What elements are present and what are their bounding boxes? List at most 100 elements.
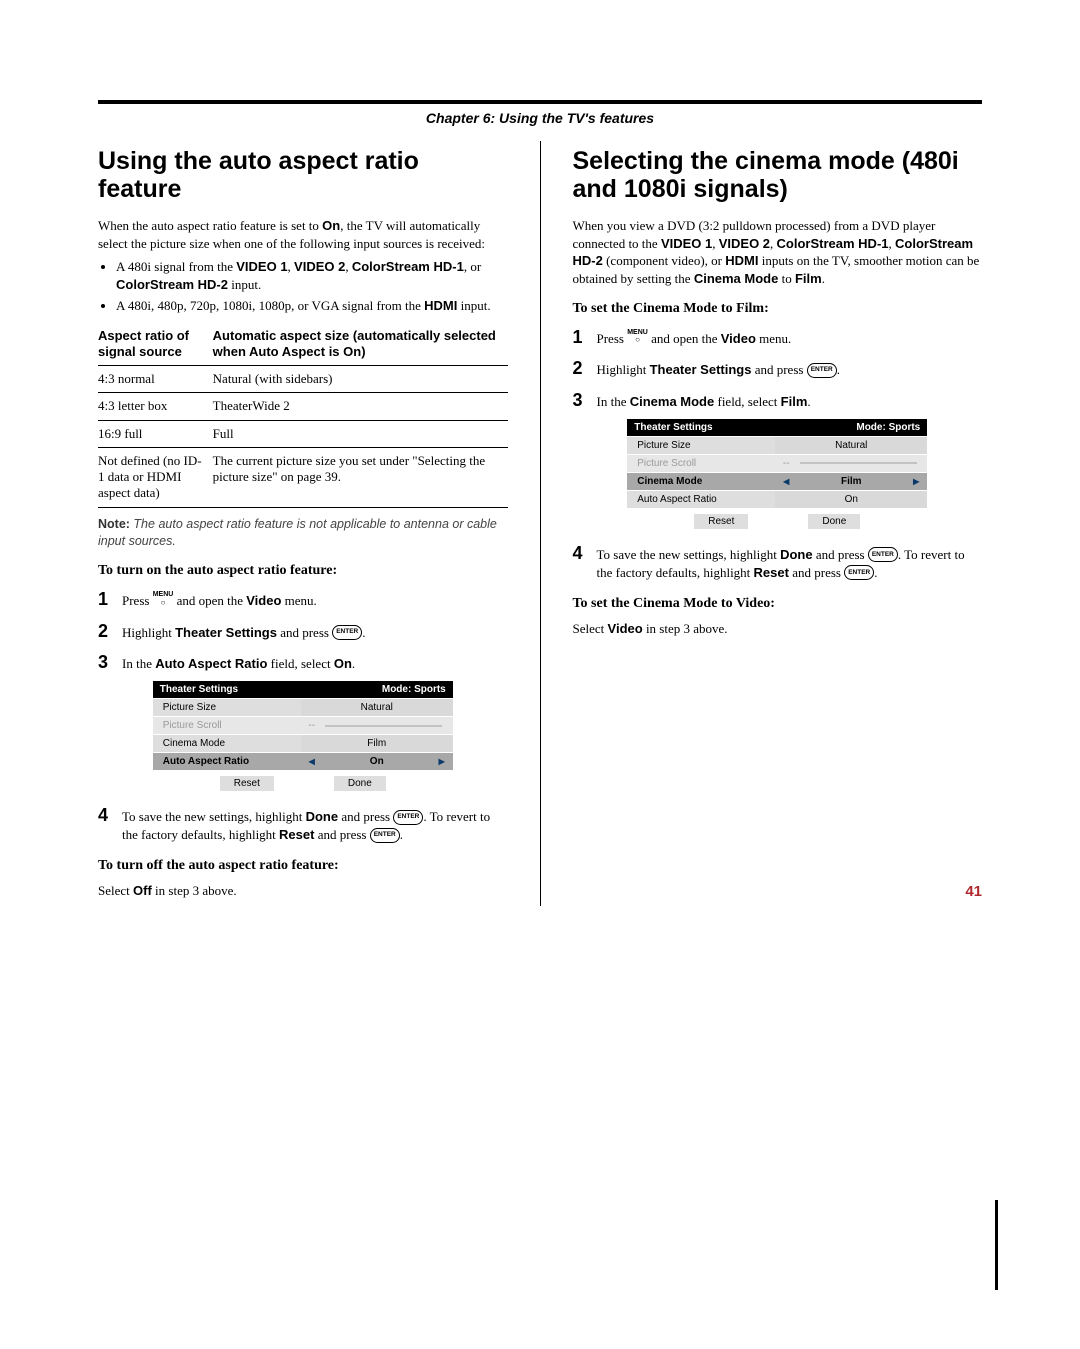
step-number: 3 (573, 388, 597, 413)
right-intro: When you view a DVD (3:2 pulldown proces… (573, 217, 983, 287)
aspect-table: Aspect ratio of signal source Automatic … (98, 323, 508, 508)
left-title: Using the auto aspect ratio feature (98, 147, 508, 203)
enter-button-icon: ENTER (868, 547, 898, 562)
right-sub2-body: Select Video in step 3 above. (573, 620, 983, 638)
step-number: 2 (573, 356, 597, 381)
aspect-r1c1: TheaterWide 2 (213, 393, 508, 420)
margin-stripe (995, 1200, 998, 1290)
menu-row-cinema-mode[interactable]: Cinema Mode ◀ Film ▶ (627, 472, 927, 490)
aspect-th-1: Aspect ratio of signal source (98, 323, 213, 366)
left-subhead-2: To turn off the auto aspect ratio featur… (98, 858, 508, 874)
step-number: 2 (98, 619, 122, 644)
reset-button[interactable]: Reset (220, 776, 274, 791)
aspect-r2c0: 16:9 full (98, 420, 213, 447)
left-step3-text: In the Auto Aspect Ratio field, select O… (122, 655, 508, 673)
right-menu-panel: Theater Settings Mode: Sports Picture Si… (627, 419, 927, 531)
right-step3-text: In the Cinema Mode field, select Film. (597, 393, 983, 411)
aspect-r0c1: Natural (with sidebars) (213, 366, 508, 393)
menu-row-label: Picture Scroll (153, 717, 301, 734)
menu-row-label: Auto Aspect Ratio (153, 753, 301, 770)
left-steps-1: 1 Press MENU○ and open the Video menu. 2… (98, 587, 508, 675)
left-column: Using the auto aspect ratio feature When… (98, 141, 508, 906)
menu-row-picture-scroll: Picture Scroll -- (627, 454, 927, 472)
arrow-right-icon[interactable]: ▶ (435, 757, 449, 766)
left-sub2-body: Select Off in step 3 above. (98, 882, 508, 900)
menu-row-value: On (319, 756, 435, 767)
left-bullet-1: A 480i signal from the VIDEO 1, VIDEO 2,… (116, 258, 508, 293)
aspect-r2c1: Full (213, 420, 508, 447)
right-subhead-1: To set the Cinema Mode to Film: (573, 301, 983, 317)
slider-icon (325, 725, 442, 727)
enter-button-icon: ENTER (807, 363, 837, 378)
aspect-r3c1: The current picture size you set under "… (213, 447, 508, 507)
menu-titlebar: Theater Settings Mode: Sports (627, 419, 927, 436)
enter-button-icon: ENTER (370, 828, 400, 843)
done-button[interactable]: Done (808, 514, 860, 529)
left-step2-text: Highlight Theater Settings and press ENT… (122, 624, 508, 642)
menu-row-value: Natural (779, 440, 923, 451)
right-step4-text: To save the new settings, highlight Done… (597, 546, 983, 582)
right-steps-1: 1 Press MENU○ and open the Video menu. 2… (573, 325, 983, 413)
menu-row-label: Picture Size (627, 437, 775, 454)
menu-row-auto-aspect-ratio[interactable]: Auto Aspect Ratio ◀ On ▶ (153, 752, 453, 770)
right-step2-text: Highlight Theater Settings and press ENT… (597, 361, 983, 379)
left-note: Note: The auto aspect ratio feature is n… (98, 516, 508, 550)
menu-button-icon: MENU○ (627, 330, 648, 345)
menu-row-label: Cinema Mode (153, 735, 301, 752)
menu-row-cinema-mode[interactable]: Cinema Mode Film (153, 734, 453, 752)
menu-mode-text: Mode: Sports (856, 422, 920, 433)
note-body: The auto aspect ratio feature is not app… (98, 517, 497, 548)
done-button[interactable]: Done (334, 776, 386, 791)
menu-row-picture-size[interactable]: Picture Size Natural (153, 698, 453, 716)
menu-mode-text: Mode: Sports (382, 684, 446, 695)
step-number: 1 (98, 587, 122, 612)
menu-row-auto-aspect-ratio[interactable]: Auto Aspect Ratio On (627, 490, 927, 508)
arrow-right-icon[interactable]: ▶ (909, 477, 923, 486)
menu-row-value: Film (305, 738, 449, 749)
step-number: 4 (98, 803, 122, 828)
left-step4-text: To save the new settings, highlight Done… (122, 808, 508, 844)
columns: Using the auto aspect ratio feature When… (98, 141, 982, 906)
chapter-bar: Chapter 6: Using the TV's features (98, 100, 982, 141)
column-separator (540, 141, 541, 906)
step-number: 4 (573, 541, 597, 566)
menu-row-label: Picture Scroll (627, 455, 775, 472)
right-step1-text: Press MENU○ and open the Video menu. (597, 330, 983, 348)
arrow-left-icon[interactable]: ◀ (779, 477, 793, 486)
enter-button-icon: ENTER (332, 625, 362, 640)
menu-title-text: Theater Settings (160, 684, 238, 695)
aspect-th-2: Automatic aspect size (automatically sel… (213, 323, 508, 366)
reset-button[interactable]: Reset (694, 514, 748, 529)
menu-buttons: Reset Done (627, 508, 927, 531)
left-menu-panel: Theater Settings Mode: Sports Picture Si… (153, 681, 453, 793)
menu-row-label: Picture Size (153, 699, 301, 716)
right-title: Selecting the cinema mode (480i and 1080… (573, 147, 983, 203)
left-bullet-2: A 480i, 480p, 720p, 1080i, 1080p, or VGA… (116, 297, 508, 315)
slider-icon (800, 462, 917, 464)
left-step1-text: Press MENU○ and open the Video menu. (122, 592, 508, 610)
menu-row-value: Film (793, 476, 909, 487)
menu-row-label: Cinema Mode (627, 473, 775, 490)
left-intro: When the auto aspect ratio feature is se… (98, 217, 508, 252)
menu-row-value-dash: -- (779, 458, 793, 469)
right-column: Selecting the cinema mode (480i and 1080… (573, 141, 983, 906)
menu-row-value: Natural (305, 702, 449, 713)
left-steps-2: 4 To save the new settings, highlight Do… (98, 803, 508, 844)
menu-row-picture-size[interactable]: Picture Size Natural (627, 436, 927, 454)
arrow-left-icon[interactable]: ◀ (305, 757, 319, 766)
menu-buttons: Reset Done (153, 770, 453, 793)
menu-row-value: On (779, 494, 923, 505)
aspect-r1c0: 4:3 letter box (98, 393, 213, 420)
right-steps-2: 4 To save the new settings, highlight Do… (573, 541, 983, 582)
menu-title-text: Theater Settings (634, 422, 712, 433)
aspect-r0c0: 4:3 normal (98, 366, 213, 393)
page-number: 41 (965, 883, 982, 900)
menu-button-icon: MENU○ (153, 592, 174, 607)
menu-titlebar: Theater Settings Mode: Sports (153, 681, 453, 698)
step-number: 3 (98, 650, 122, 675)
enter-button-icon: ENTER (393, 810, 423, 825)
left-bullets: A 480i signal from the VIDEO 1, VIDEO 2,… (98, 258, 508, 315)
chapter-text: Chapter 6: Using the TV's features (426, 110, 654, 126)
menu-row-picture-scroll: Picture Scroll -- (153, 716, 453, 734)
enter-button-icon: ENTER (844, 565, 874, 580)
